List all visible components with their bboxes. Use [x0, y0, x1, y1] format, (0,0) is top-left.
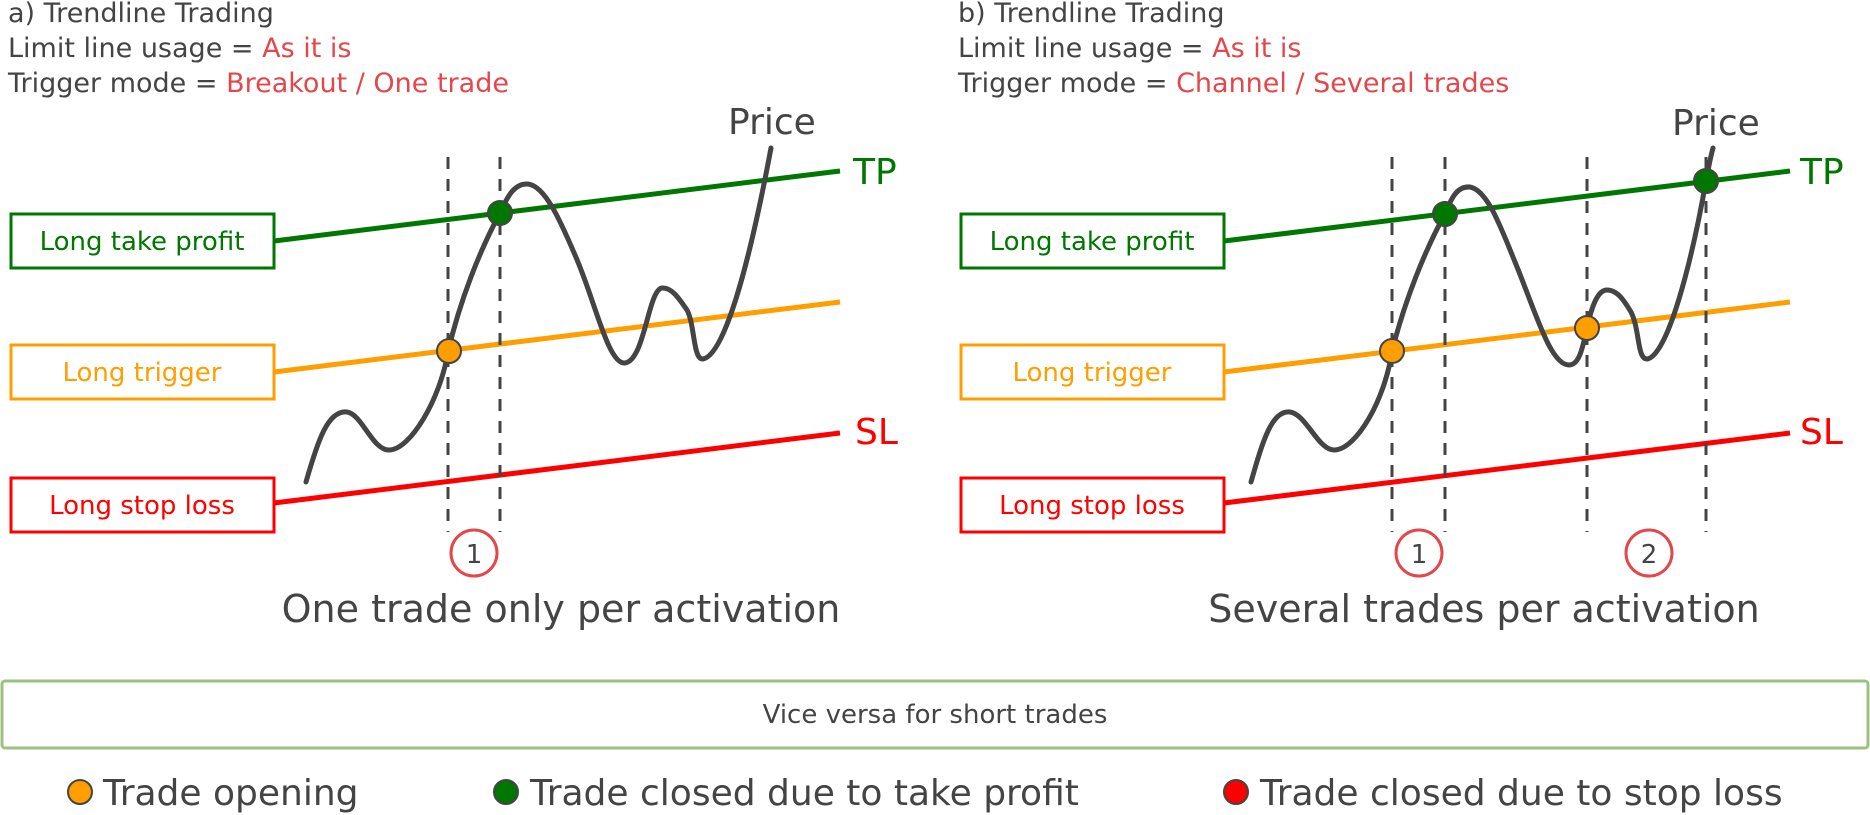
- stop-loss-line: [273, 430, 841, 506]
- diagram-canvas: a) Trendline Trading Limit line usage = …: [0, 0, 1870, 814]
- orange-dot-icon: [67, 779, 93, 805]
- panel-a-limit-line: Limit line usage = As it is: [8, 33, 351, 64]
- long-take-profit-label: Long take profit: [40, 227, 245, 257]
- long-take-profit-label: Long take profit: [990, 227, 1195, 257]
- sl-label: SL: [1800, 412, 1843, 453]
- take-profit-dot: [1693, 168, 1719, 194]
- limit-value: As it is: [1212, 33, 1301, 64]
- green-dot-icon: [493, 779, 519, 805]
- legend-trade-opening: Trade opening: [102, 773, 359, 814]
- price-curve: [303, 145, 774, 485]
- panel-b-caption: Several trades per activation: [1208, 587, 1760, 631]
- tp-label: TP: [1799, 152, 1844, 193]
- red-dot-icon: [1223, 779, 1249, 805]
- panel-a: a) Trendline Trading Limit line usage = …: [7, 0, 898, 631]
- long-trigger-label: Long trigger: [63, 358, 222, 388]
- short-trades-note: Vice versa for short trades: [763, 700, 1108, 730]
- panel-b: b) Trendline Trading Limit line usage = …: [957, 0, 1844, 631]
- legend: Trade opening Trade closed due to take p…: [67, 773, 1783, 814]
- trade-number: 1: [1411, 540, 1428, 570]
- legend-stop-loss: Trade closed due to stop loss: [1259, 773, 1783, 814]
- tp-label: TP: [852, 152, 897, 193]
- trigger-value: Channel / Several trades: [1176, 68, 1509, 99]
- trigger-line: [273, 299, 841, 375]
- price-curve: [1248, 145, 1716, 485]
- trade-opening-dot: [1379, 338, 1405, 364]
- trigger-label: Trigger mode =: [957, 68, 1176, 99]
- trade-opening-dot: [436, 338, 462, 364]
- panel-a-trigger-mode: Trigger mode = Breakout / One trade: [7, 68, 509, 99]
- trade-number: 2: [1641, 540, 1658, 570]
- panel-b-limit-line: Limit line usage = As it is: [958, 33, 1301, 64]
- trade-opening-dot: [1574, 315, 1600, 341]
- take-profit-dot: [1432, 201, 1458, 227]
- long-stop-loss-label: Long stop loss: [999, 491, 1185, 521]
- limit-label: Limit line usage =: [958, 33, 1212, 64]
- take-profit-dot: [487, 200, 513, 226]
- trade-number: 1: [466, 540, 483, 570]
- trigger-value: Breakout / One trade: [226, 68, 509, 99]
- panel-a-title: a) Trendline Trading: [8, 0, 274, 29]
- legend-take-profit: Trade closed due to take profit: [529, 773, 1079, 814]
- panel-b-title: b) Trendline Trading: [958, 0, 1225, 29]
- long-trigger-label: Long trigger: [1013, 358, 1172, 388]
- limit-label: Limit line usage =: [8, 33, 262, 64]
- price-label: Price: [728, 102, 816, 143]
- limit-value: As it is: [262, 33, 351, 64]
- trigger-label: Trigger mode =: [7, 68, 226, 99]
- panel-a-caption: One trade only per activation: [282, 587, 841, 631]
- price-label: Price: [1672, 103, 1760, 144]
- sl-label: SL: [855, 412, 898, 453]
- panel-b-trigger-mode: Trigger mode = Channel / Several trades: [957, 68, 1509, 99]
- long-stop-loss-label: Long stop loss: [49, 491, 235, 521]
